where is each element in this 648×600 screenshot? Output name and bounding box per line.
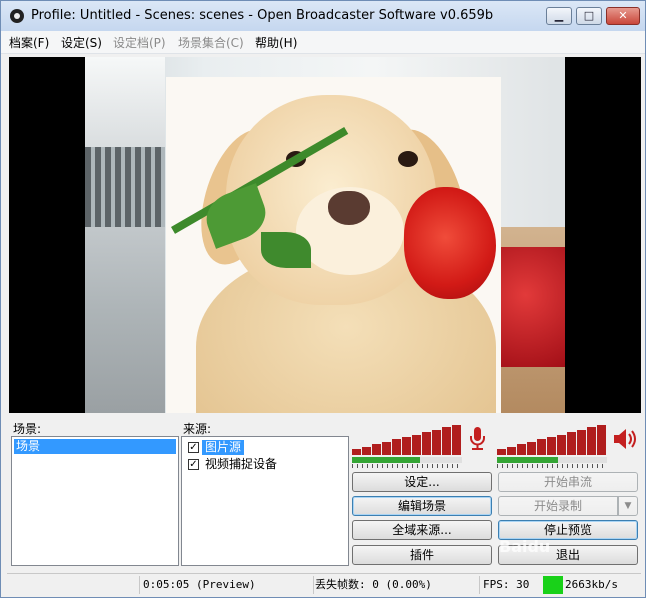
volume-step-bar: [352, 449, 361, 455]
maximize-icon: □: [583, 9, 595, 22]
close-button[interactable]: ✕: [606, 7, 640, 25]
desktop-meter-ticks: [497, 464, 607, 468]
baidu-watermark: Baidu: [499, 537, 551, 556]
global-sources-button[interactable]: 全域来源...: [352, 520, 492, 540]
volume-step-bar: [537, 439, 546, 455]
volume-step-bar: [372, 444, 381, 455]
plugins-button[interactable]: 插件: [352, 545, 492, 565]
minimize-button[interactable]: ▁: [546, 7, 572, 25]
maximize-button[interactable]: □: [576, 7, 602, 25]
volume-step-bar: [402, 437, 411, 455]
stream-health-indicator: [543, 576, 563, 594]
minimize-icon: ▁: [554, 9, 564, 22]
menu-file[interactable]: 档案(F): [9, 34, 49, 51]
scenes-label: 场景:: [13, 422, 42, 436]
window-title: Profile: Untitled - Scenes: scenes - Ope…: [31, 8, 494, 23]
status-fps: FPS: 30: [483, 578, 530, 591]
source-name: 视频捕捉设备: [205, 457, 278, 471]
obs-logo-icon: [10, 9, 24, 23]
status-separator: [139, 576, 140, 594]
edit-scene-button[interactable]: 编辑场景: [352, 496, 492, 516]
volume-step-bar: [597, 425, 606, 455]
volume-step-bar: [442, 427, 451, 455]
volume-step-bar: [577, 429, 586, 455]
scenes-list[interactable]: 场景: [11, 436, 179, 566]
speaker-icon[interactable]: [611, 426, 637, 452]
menu-scene-collection[interactable]: 场景集合(C): [178, 34, 244, 51]
camera-background: [85, 57, 165, 413]
volume-step-bar: [507, 446, 516, 455]
title-bar[interactable]: Profile: Untitled - Scenes: scenes - Ope…: [1, 1, 645, 31]
volume-step-bar: [412, 434, 421, 455]
volume-step-bar: [422, 432, 431, 455]
status-time: 0:05:05 (Preview): [143, 578, 256, 591]
sources-label: 来源:: [183, 422, 212, 436]
microphone-icon[interactable]: [467, 425, 487, 453]
status-separator: [479, 576, 480, 594]
volume-step-bar: [567, 432, 576, 455]
volume-step-bar: [452, 425, 461, 455]
puppy-nose: [328, 191, 370, 225]
settings-button[interactable]: 设定...: [352, 472, 492, 492]
menu-profiles[interactable]: 设定档(P): [113, 34, 166, 51]
desktop-level-meter: [497, 457, 607, 463]
status-bar: 0:05:05 (Preview) 丢失帧数: 0 (0.00%) FPS: 3…: [7, 573, 641, 596]
menu-bar: 档案(F) 设定(S) 设定档(P) 场景集合(C) 帮助(H): [1, 31, 645, 54]
desktop-volume-control[interactable]: [497, 425, 609, 455]
camera-red-cloth: [499, 247, 565, 367]
mic-level-meter: [352, 457, 462, 463]
mic-volume-control[interactable]: [352, 425, 464, 455]
source-item[interactable]: ✓ 图片源: [184, 440, 348, 455]
start-record-button[interactable]: 开始录制: [498, 496, 618, 516]
chevron-down-icon: ▼: [624, 501, 632, 511]
volume-step-bar: [497, 449, 506, 455]
source-name: 图片源: [202, 440, 245, 455]
image-source-puppy: [166, 77, 501, 413]
mic-meter-ticks: [352, 464, 462, 468]
source-item[interactable]: ✓ 视频捕捉设备: [184, 457, 348, 472]
camera-window-blinds: [85, 147, 165, 227]
volume-step-bar: [362, 446, 371, 455]
obs-main-window: Profile: Untitled - Scenes: scenes - Ope…: [0, 0, 646, 598]
preview-area[interactable]: [9, 57, 641, 413]
volume-step-bar: [527, 441, 536, 455]
menu-help[interactable]: 帮助(H): [255, 34, 297, 51]
status-bitrate: 2663kb/s: [565, 578, 618, 591]
scene-item[interactable]: 场景: [14, 439, 176, 454]
close-icon: ✕: [618, 9, 628, 22]
record-dropdown-button[interactable]: ▼: [618, 496, 638, 516]
status-dropped-frames: 丢失帧数: 0 (0.00%): [315, 578, 432, 591]
status-separator: [313, 576, 314, 594]
rose-leaf: [261, 232, 311, 268]
volume-step-bar: [517, 444, 526, 455]
desktop-level-fill: [497, 457, 558, 463]
volume-step-bar: [392, 439, 401, 455]
volume-step-bar: [547, 437, 556, 455]
rose-flower: [404, 187, 496, 299]
volume-step-bar: [382, 441, 391, 455]
volume-step-bar: [587, 427, 596, 455]
puppy-eye-right: [398, 151, 418, 167]
volume-step-bar: [557, 434, 566, 455]
start-stream-button[interactable]: 开始串流: [498, 472, 638, 492]
menu-settings[interactable]: 设定(S): [61, 34, 102, 51]
mic-level-fill: [352, 457, 421, 463]
sources-list[interactable]: ✓ 图片源 ✓ 视频捕捉设备: [181, 436, 349, 566]
volume-step-bar: [432, 429, 441, 455]
source-visible-checkbox[interactable]: ✓: [188, 459, 199, 470]
source-visible-checkbox[interactable]: ✓: [188, 442, 199, 453]
